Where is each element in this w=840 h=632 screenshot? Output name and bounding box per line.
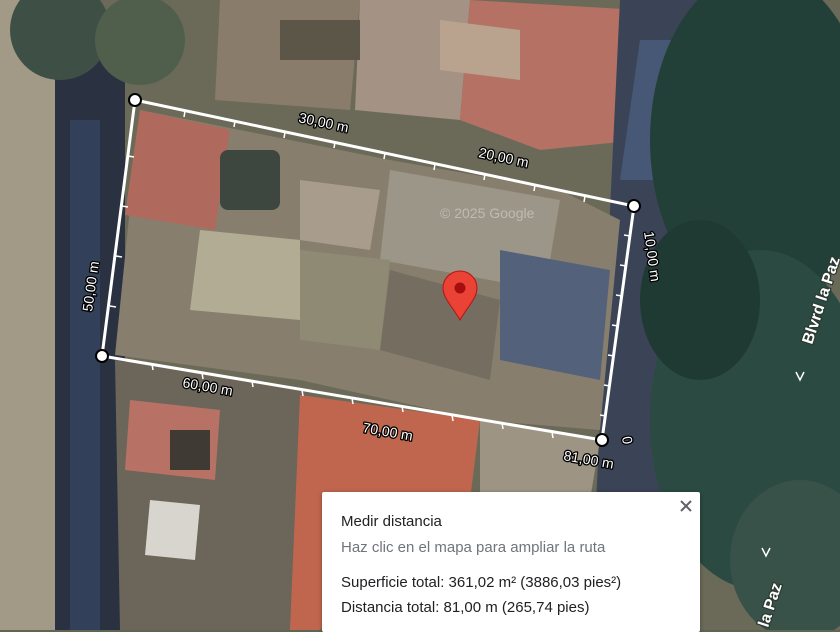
panel-title: Medir distancia [341, 513, 442, 530]
panel-subtitle: Haz clic en el mapa para ampliar la ruta [341, 539, 606, 556]
close-icon[interactable] [675, 495, 697, 517]
total-distance-text: Distancia total: 81,00 m (265,74 pies) [341, 599, 590, 616]
vertex-handle[interactable] [95, 349, 109, 363]
vertex-handle[interactable] [627, 199, 641, 213]
map-watermark: © 2025 Google [440, 205, 535, 221]
vertex-handle[interactable] [595, 433, 609, 447]
vertex-handle[interactable] [128, 93, 142, 107]
measure-distance-panel: Medir distancia Haz clic en el mapa para… [322, 492, 700, 632]
total-area-text: Superficie total: 361,02 m² (3886,03 pie… [341, 574, 622, 591]
